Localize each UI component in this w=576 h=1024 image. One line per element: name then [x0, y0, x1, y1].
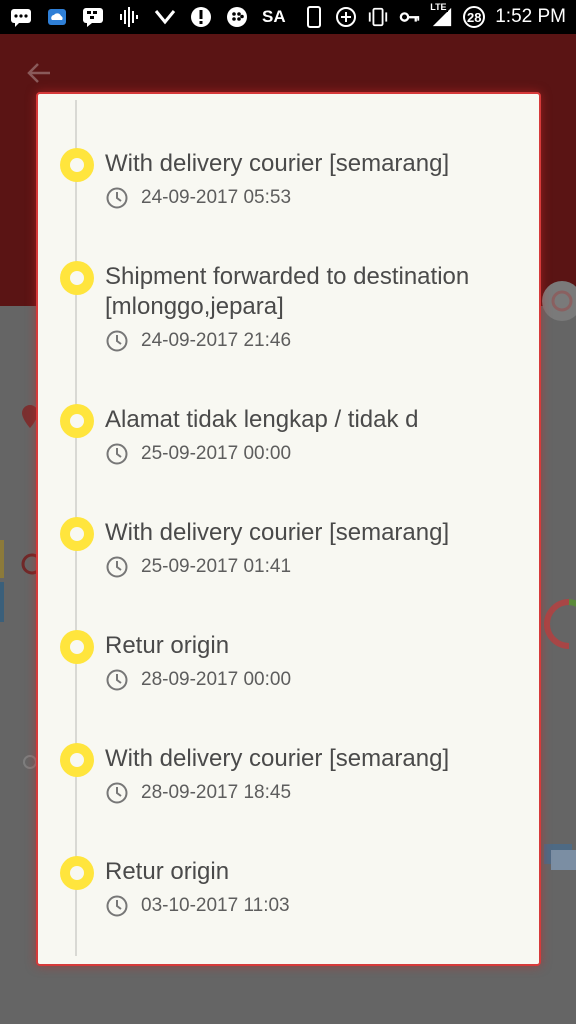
timestamp-row: 24-09-2017 21:46	[105, 329, 291, 353]
tracking-time: 03-10-2017 11:03	[141, 895, 290, 916]
chat-icon	[10, 6, 32, 28]
clock-icon	[105, 555, 129, 579]
vibrate-icon	[367, 6, 389, 28]
audio-wave-icon	[118, 6, 140, 28]
status-bar-left: SA	[10, 6, 286, 28]
timestamp-row: 03-10-2017 11:03	[105, 894, 290, 918]
carrier-label: SA	[262, 7, 286, 26]
timestamp-row: 25-09-2017 00:00	[105, 442, 291, 466]
tracking-time: 28-09-2017 00:00	[141, 669, 292, 690]
cloud-icon	[46, 6, 68, 28]
timeline-dot	[60, 743, 94, 777]
radio-icon	[18, 552, 43, 581]
screen: SA LTE 28 1:52 PM With delivery courier …	[0, 0, 576, 1024]
clock-icon	[105, 442, 129, 466]
timeline-dot	[60, 404, 94, 438]
tracking-status: With delivery courier [semarang]	[105, 745, 450, 772]
vpn-key-icon	[399, 6, 421, 28]
status-bar: SA LTE 28 1:52 PM	[0, 0, 576, 34]
tracking-time: 24-09-2017 05:53	[141, 187, 292, 208]
tracking-time: 28-09-2017 18:45	[141, 782, 292, 803]
tracking-time: 25-09-2017 01:41	[141, 556, 292, 577]
clock-icon	[105, 781, 129, 805]
clock-icon	[105, 668, 129, 692]
notification-count-badge: 28	[463, 6, 486, 28]
data-saver-icon	[335, 6, 357, 28]
side-stripe-yellow	[0, 540, 4, 578]
timeline-dot	[60, 148, 94, 182]
signal-icon: LTE	[429, 2, 453, 28]
timestamp-row: 24-09-2017 05:53	[105, 186, 291, 210]
chevron-down-icon	[154, 6, 176, 28]
clock-icon	[105, 186, 129, 210]
timestamp-row: 28-09-2017 18:45	[105, 781, 291, 805]
status-bar-right: LTE 28 1:52 PM	[303, 2, 566, 28]
tracking-status: With delivery courier [semarang]	[105, 519, 450, 546]
bbm-icon	[82, 6, 104, 28]
clock-icon	[105, 894, 129, 918]
tracking-status: Retur origin	[105, 858, 230, 885]
progress-ring-icon	[541, 596, 576, 657]
tracking-status: Alamat tidak lengkap / tidak d	[105, 406, 419, 433]
status-time: 1:52 PM	[495, 6, 566, 27]
blackberry-icon	[226, 6, 248, 28]
timeline-dot	[60, 261, 94, 295]
timestamp-row: 28-09-2017 00:00	[105, 668, 291, 692]
tracking-time: 24-09-2017 21:46	[141, 330, 292, 351]
timestamp-row: 25-09-2017 01:41	[105, 555, 291, 579]
network-label: LTE	[429, 2, 448, 12]
tracking-status: Shipment forwarded to destination [mlong…	[105, 263, 470, 320]
timeline-dot	[60, 856, 94, 890]
tracking-history-dialog: With delivery courier [semarang] 24-09-2…	[36, 92, 541, 966]
clock-icon	[105, 329, 129, 353]
back-arrow-icon[interactable]	[24, 58, 54, 88]
circle-button-icon	[538, 278, 576, 329]
tracking-status: Retur origin	[105, 632, 230, 659]
phone-icon	[303, 6, 325, 28]
tracking-time: 25-09-2017 00:00	[141, 443, 292, 464]
timeline-dot	[60, 630, 94, 664]
alert-icon	[190, 6, 212, 28]
timeline-dot	[60, 517, 94, 551]
tracking-status: With delivery courier [semarang]	[105, 150, 450, 177]
side-stripe-blue	[0, 582, 4, 622]
copy-icon	[541, 842, 576, 877]
